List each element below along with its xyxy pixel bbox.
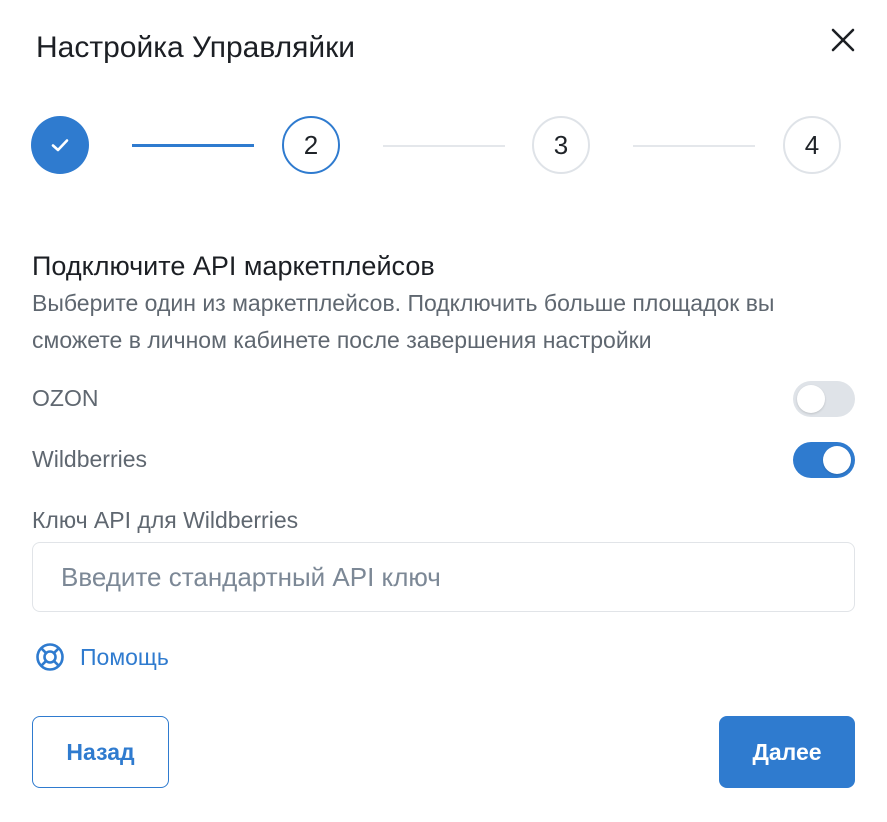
- marketplace-label-wildberries: Wildberries: [32, 446, 148, 472]
- step-connector-3: [633, 145, 755, 147]
- section-title: Подключите API маркетплейсов: [32, 251, 435, 281]
- check-icon: [51, 139, 69, 152]
- api-key-label: Ключ API для Wildberries: [32, 507, 299, 533]
- back-button[interactable]: Назад: [32, 716, 169, 788]
- wildberries-toggle[interactable]: [793, 442, 855, 478]
- help-link[interactable]: Помощь: [34, 640, 169, 674]
- toggle-knob: [823, 446, 851, 474]
- marketplace-row-wildberries: Wildberries: [32, 442, 855, 478]
- api-key-input[interactable]: [32, 542, 855, 612]
- stepper: 2 3 4: [0, 0, 887, 200]
- step-1-completed: [31, 116, 89, 174]
- marketplace-row-ozon: OZON: [32, 381, 855, 417]
- marketplace-label-ozon: OZON: [32, 385, 99, 411]
- step-2-current: 2: [282, 116, 340, 174]
- toggle-knob: [797, 385, 825, 413]
- help-label: Помощь: [80, 643, 169, 670]
- step-4: 4: [783, 116, 841, 174]
- section-description: Выберите один из маркетплейсов. Подключи…: [32, 290, 775, 353]
- ozon-toggle[interactable]: [793, 381, 855, 417]
- step-connector-2: [383, 145, 505, 147]
- next-button[interactable]: Далее: [719, 716, 855, 788]
- lifebuoy-icon: [36, 643, 64, 671]
- step-3: 3: [532, 116, 590, 174]
- step-connector-1: [132, 144, 254, 147]
